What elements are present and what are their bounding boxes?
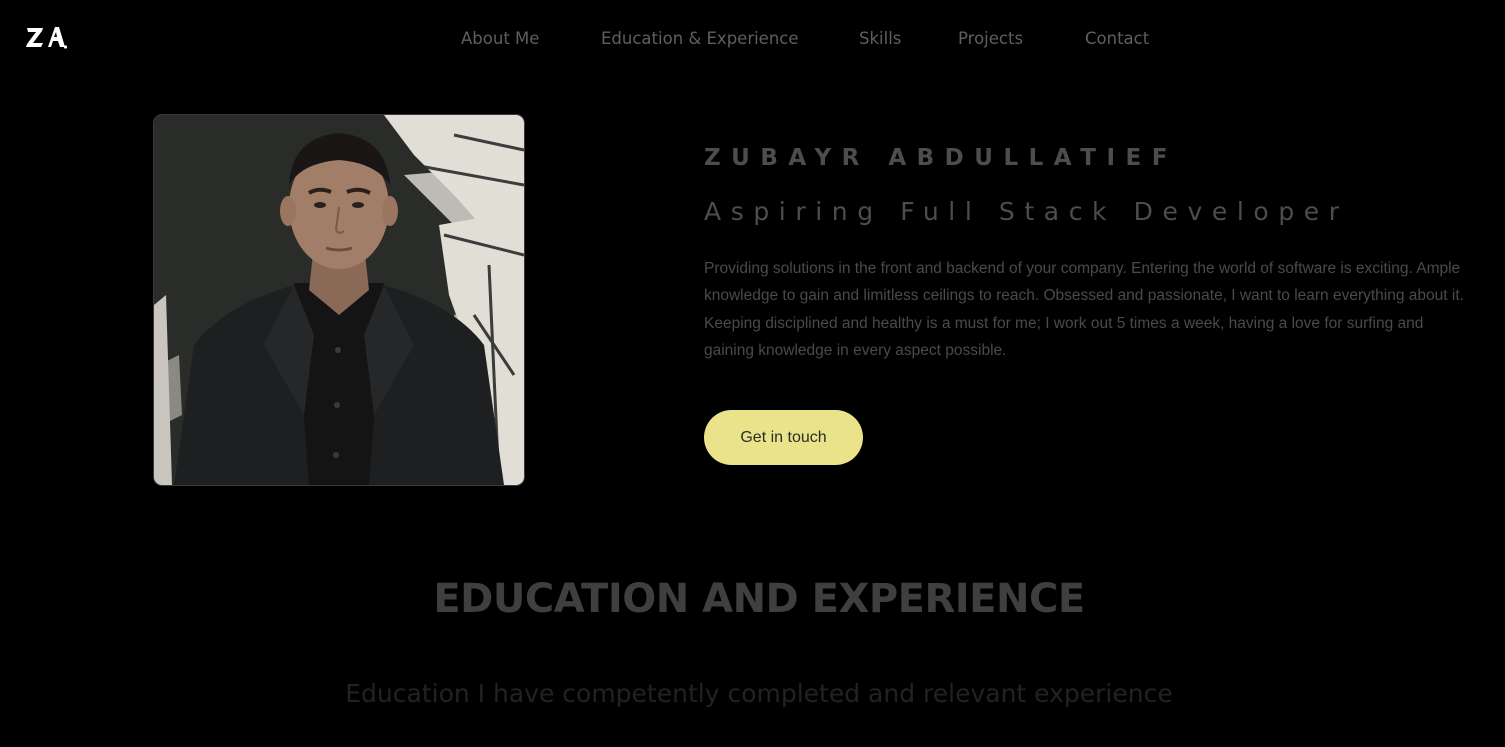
nav-link-projects[interactable]: Projects bbox=[958, 29, 1023, 48]
section-title: EDUCATION AND EXPERIENCE bbox=[433, 576, 1085, 622]
nav-link-about-me[interactable]: About Me bbox=[461, 29, 539, 48]
main-nav: About Me Education & Experience Skills P… bbox=[0, 29, 1505, 53]
nav-link-education-experience[interactable]: Education & Experience bbox=[601, 29, 799, 48]
get-in-touch-button[interactable]: Get in touch bbox=[704, 410, 863, 465]
nav-link-contact[interactable]: Contact bbox=[1085, 29, 1149, 48]
nav-link-skills[interactable]: Skills bbox=[859, 29, 901, 48]
portfolio-page: About Me Education & Experience Skills P… bbox=[0, 0, 1505, 747]
profile-photo bbox=[153, 114, 525, 486]
section-subtitle: Education I have competently completed a… bbox=[345, 679, 1173, 708]
hero-name: ZUBAYR ABDULLATIEF bbox=[704, 145, 1178, 171]
hero-role: Aspiring Full Stack Developer bbox=[704, 197, 1349, 226]
hero-description: Providing solutions in the front and bac… bbox=[704, 260, 1464, 359]
